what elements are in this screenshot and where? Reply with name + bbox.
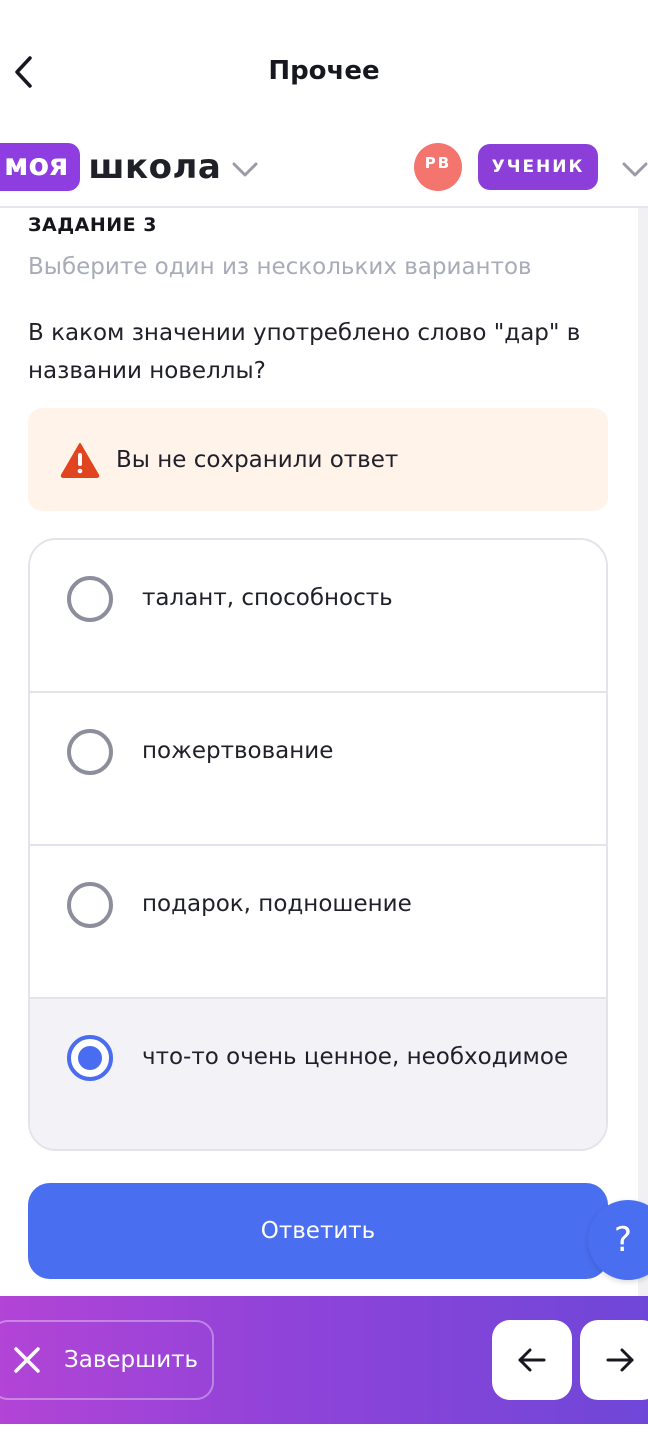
radio-button[interactable] bbox=[67, 882, 113, 928]
bottom-safe-area bbox=[0, 1424, 648, 1440]
chevron-down-icon[interactable] bbox=[620, 154, 648, 184]
warning-icon bbox=[60, 442, 100, 478]
close-icon bbox=[14, 1347, 40, 1373]
radio-button-checked[interactable] bbox=[67, 1035, 113, 1081]
logo-shkola-part: школа bbox=[88, 147, 222, 187]
finish-label: Завершить bbox=[64, 1347, 199, 1373]
option-label: пожертвование bbox=[142, 738, 334, 764]
answer-options: талант, способность пожертвование подаро… bbox=[28, 538, 608, 1151]
bottom-nav-bar: Завершить bbox=[0, 1296, 648, 1424]
scrollbar[interactable] bbox=[638, 208, 648, 1298]
top-header: Прочее bbox=[0, 0, 648, 140]
answer-option[interactable]: талант, способность bbox=[30, 540, 606, 693]
arrow-left-icon bbox=[518, 1348, 546, 1372]
task-label: ЗАДАНИЕ 3 bbox=[28, 214, 157, 236]
school-logo[interactable]: моя школа bbox=[0, 143, 221, 191]
radio-button[interactable] bbox=[67, 576, 113, 622]
arrow-right-icon bbox=[606, 1348, 634, 1372]
role-badge[interactable]: УЧЕНИК bbox=[478, 144, 598, 190]
previous-task-button[interactable] bbox=[492, 1320, 572, 1400]
unsaved-warning: Вы не сохранили ответ bbox=[28, 408, 608, 511]
option-label: талант, способность bbox=[142, 585, 393, 611]
task-hint: Выберите один из нескольких вариантов bbox=[28, 254, 532, 280]
logo-moya-part: моя bbox=[0, 143, 81, 191]
next-task-button[interactable] bbox=[580, 1320, 648, 1400]
option-label: подарок, подношение bbox=[142, 891, 412, 917]
avatar[interactable]: РВ bbox=[414, 143, 462, 191]
answer-option-selected[interactable]: что-то очень ценное, необходимое bbox=[30, 999, 606, 1149]
question-text: В каком значении употреблено слово "дар"… bbox=[28, 320, 581, 384]
chevron-down-icon[interactable] bbox=[230, 154, 260, 184]
answer-option[interactable]: пожертвование bbox=[30, 693, 606, 846]
page-title: Прочее bbox=[268, 56, 380, 86]
submit-answer-button[interactable]: Ответить bbox=[28, 1183, 608, 1279]
radio-button[interactable] bbox=[67, 729, 113, 775]
warning-text: Вы не сохранили ответ bbox=[116, 446, 399, 473]
finish-button[interactable]: Завершить bbox=[0, 1320, 214, 1400]
option-label: что-то очень ценное, необходимое bbox=[142, 1044, 569, 1070]
answer-option[interactable]: подарок, подношение bbox=[30, 846, 606, 999]
school-bar: моя школа РВ УЧЕНИК bbox=[0, 140, 648, 208]
